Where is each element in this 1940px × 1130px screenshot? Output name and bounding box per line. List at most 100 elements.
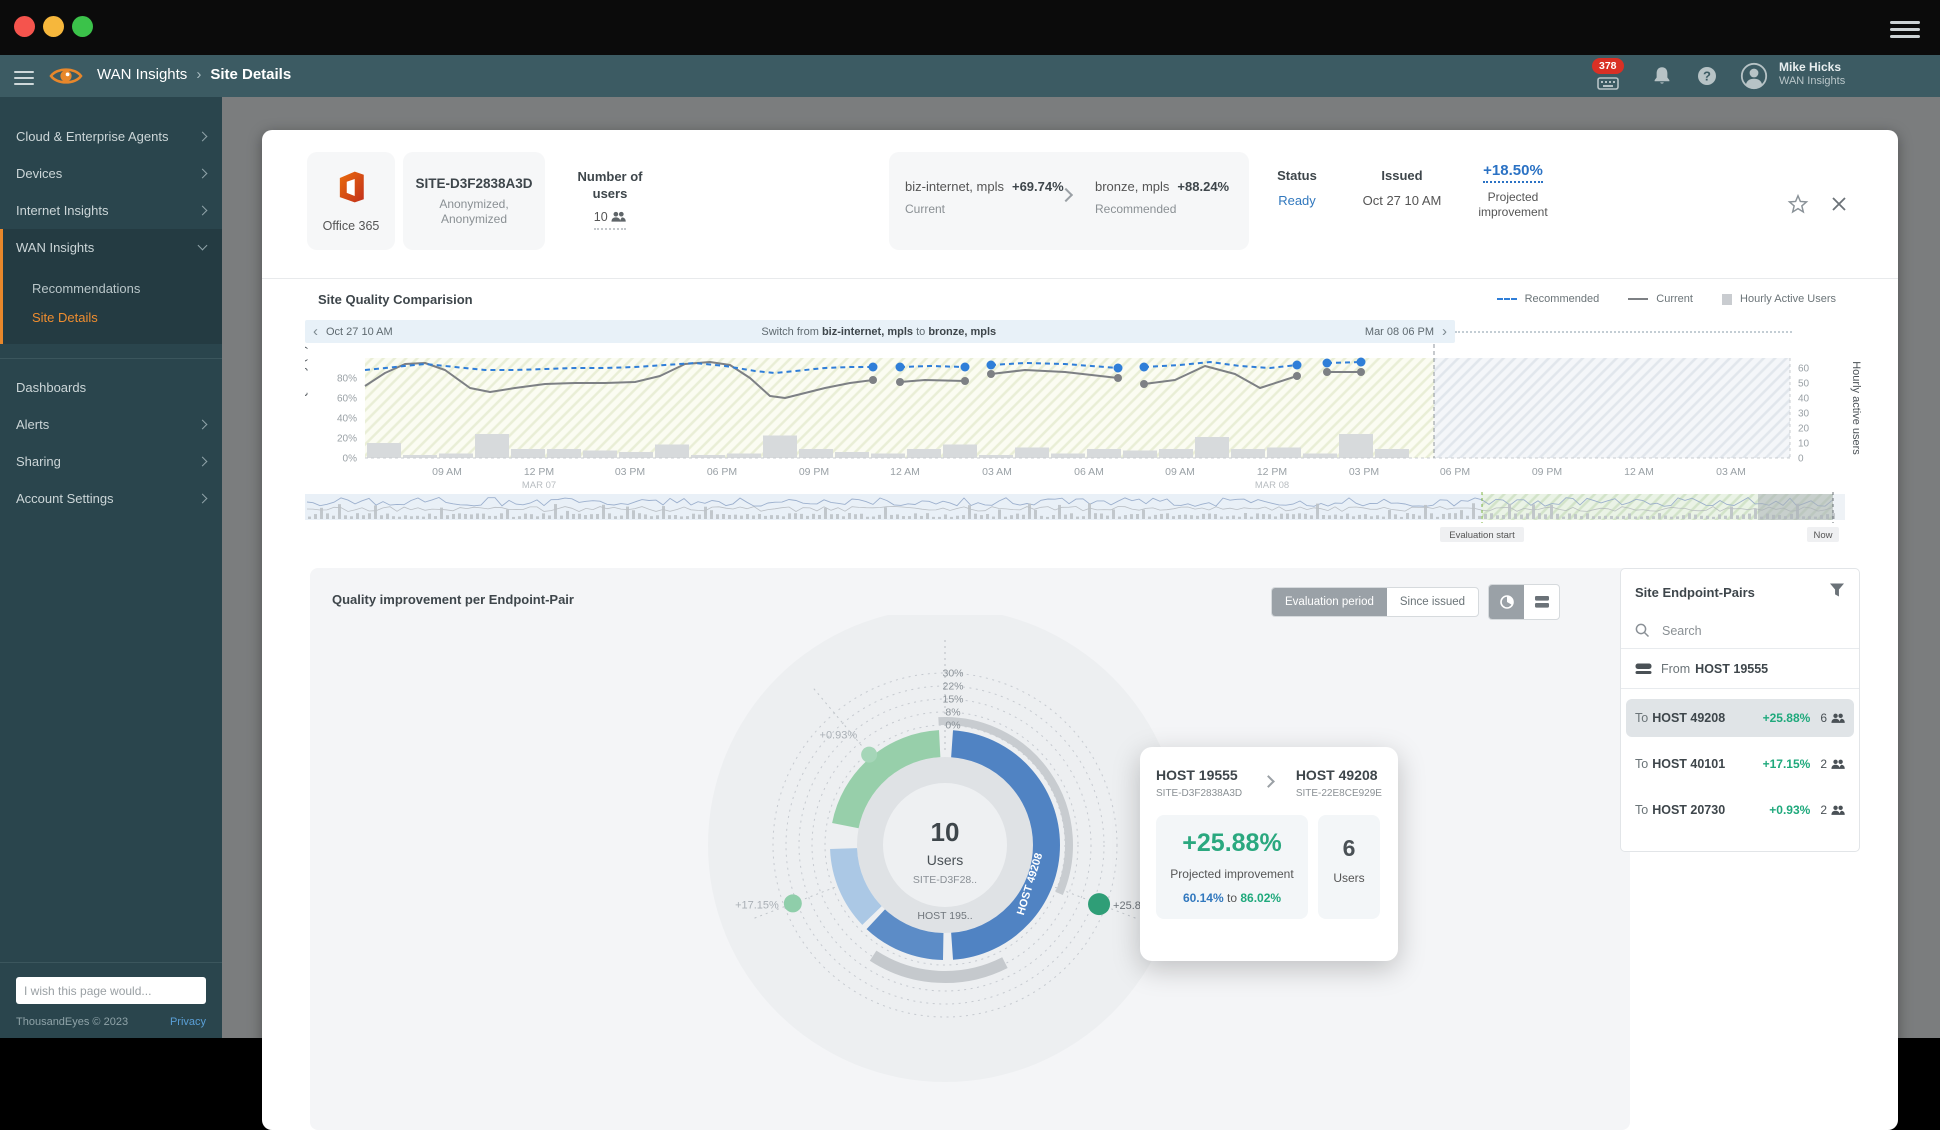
current-label: Current: [905, 202, 1064, 216]
user-name[interactable]: Mike Hicks: [1779, 60, 1841, 74]
site-quality-chart[interactable]: 0%20%40%60%80%010203040506009 AM12 PMMAR…: [305, 344, 1865, 498]
svg-text:20%: 20%: [337, 434, 357, 445]
close-icon[interactable]: [1830, 195, 1848, 213]
svg-text:03 PM: 03 PM: [1349, 466, 1379, 478]
window-zoom-button[interactable]: [72, 16, 93, 37]
svg-text:10: 10: [1798, 439, 1810, 450]
list-view-button[interactable]: [1524, 585, 1559, 619]
tooltip-from-host: HOST 19555: [1156, 767, 1242, 783]
endpoint-row-host-40101[interactable]: To HOST 40101 +17.15% 2: [1626, 745, 1854, 783]
legend-current-label: Current: [1656, 293, 1693, 305]
breadcrumb-wan-insights[interactable]: WAN Insights: [97, 66, 187, 83]
help-icon[interactable]: ?: [1696, 65, 1718, 87]
projected-improvement-value[interactable]: +18.50%: [1483, 162, 1543, 183]
pie-view-button[interactable]: [1489, 585, 1524, 619]
sidebar-item-label: Alerts: [16, 417, 49, 432]
row-user-count: 6: [1820, 711, 1827, 725]
svg-text:Mean Quality (%): Mean Quality (%): [305, 346, 308, 431]
sidebar-item-internet-insights[interactable]: Internet Insights: [0, 192, 222, 229]
window-close-button[interactable]: [14, 16, 35, 37]
bell-icon[interactable]: [1652, 65, 1672, 87]
sidebar-item-sharing[interactable]: Sharing: [0, 443, 222, 480]
users-count[interactable]: 10: [594, 210, 626, 230]
sidebar-item-account-settings[interactable]: Account Settings: [0, 480, 222, 517]
avatar[interactable]: [1740, 62, 1768, 90]
time-range-start: Oct 27 10 AM: [326, 326, 393, 338]
content-backdrop: Office 365 SITE-D3F2838A3D Anonymized, A…: [222, 97, 1940, 1038]
endpoint-pair-tooltip: HOST 19555 SITE-D3F2838A3D HOST 49208 SI…: [1140, 747, 1398, 961]
row-improvement: +17.15%: [1763, 757, 1811, 771]
sidebar-item-label: Site Details: [32, 310, 98, 325]
time-range-end: Mar 08 06 PM: [1365, 326, 1434, 338]
feedback-input[interactable]: [16, 977, 206, 1004]
app-tile-label: Office 365: [307, 219, 395, 233]
filter-icon[interactable]: [1829, 583, 1845, 597]
tooltip-from-site: SITE-D3F2838A3D: [1156, 788, 1242, 799]
svg-text:Users: Users: [927, 852, 964, 868]
recommended-label: Recommended: [1095, 202, 1229, 216]
toggle-evaluation-period[interactable]: Evaluation period: [1272, 588, 1387, 616]
sidebar-toggle-icon[interactable]: [14, 67, 34, 89]
sidebar-item-site-details[interactable]: Site Details: [3, 303, 222, 332]
timeline-minimap[interactable]: Evaluation startNow: [305, 492, 1845, 544]
status-badge: Ready: [1262, 193, 1332, 208]
svg-text:60: 60: [1798, 364, 1810, 375]
privacy-link[interactable]: Privacy: [170, 1016, 206, 1028]
svg-text:0%: 0%: [343, 454, 358, 465]
favorite-star-icon[interactable]: [1787, 193, 1809, 215]
sidebar-item-cloud-enterprise-agents[interactable]: Cloud & Enterprise Agents: [0, 118, 222, 155]
svg-text:09 PM: 09 PM: [799, 466, 829, 478]
thousandeyes-logo-icon[interactable]: [48, 63, 84, 89]
chevron-right-icon: [1263, 775, 1276, 788]
toggle-since-issued[interactable]: Since issued: [1387, 588, 1478, 616]
users-icon: [1831, 713, 1845, 723]
svg-text:09 AM: 09 AM: [432, 466, 462, 478]
sidebar-item-recommendations[interactable]: Recommendations: [3, 274, 222, 303]
status-block: Status Ready: [1262, 168, 1332, 208]
endpoint-pair-radial-chart[interactable]: 0%8%15%22%30%+0.93%+17.15%+25.88%HOST 49…: [685, 615, 1205, 1130]
tooltip-users-value: 6: [1326, 835, 1372, 862]
sidebar-item-wan-insights[interactable]: WAN Insights: [3, 229, 222, 266]
pie-chart-icon: [1499, 594, 1515, 610]
svg-text:10: 10: [931, 817, 960, 847]
svg-text:03 PM: 03 PM: [615, 466, 645, 478]
endpoint-from-row: From HOST 19555: [1621, 649, 1859, 689]
search-input[interactable]: [1662, 624, 1822, 638]
svg-text:06 PM: 06 PM: [707, 466, 737, 478]
tooltip-to-site: SITE-22E8CE929E: [1296, 788, 1382, 799]
sidebar-item-devices[interactable]: Devices: [0, 155, 222, 192]
browser-menu-icon[interactable]: [1890, 17, 1920, 42]
row-to-label: To: [1635, 711, 1648, 725]
svg-text:30%: 30%: [942, 668, 963, 680]
sidebar: Cloud & Enterprise Agents Devices Intern…: [0, 97, 222, 1038]
time-nav-next-icon[interactable]: ›: [1434, 323, 1455, 340]
keyboard-icon[interactable]: [1597, 77, 1619, 90]
tooltip-users-tile: 6 Users: [1318, 815, 1380, 919]
endpoint-row-host-49208[interactable]: To HOST 49208 +25.88% 6: [1626, 699, 1854, 737]
endpoint-row-host-20730[interactable]: To HOST 20730 +0.93% 2: [1626, 791, 1854, 829]
site-tile[interactable]: SITE-D3F2838A3D Anonymized, Anonymized: [403, 152, 545, 250]
legend-users-swatch: [1722, 294, 1732, 305]
tooltip-users-label: Users: [1326, 871, 1372, 885]
breadcrumb-separator: ›: [196, 66, 201, 83]
sidebar-item-dashboards[interactable]: Dashboards: [0, 369, 222, 406]
svg-text:Hourly active users: Hourly active users: [1850, 361, 1862, 455]
switch-description: Switch from biz-internet, mpls to bronze…: [393, 326, 1365, 338]
chevron-down-icon: [198, 241, 208, 251]
svg-text:12 PM: 12 PM: [524, 466, 554, 478]
svg-text:09 AM: 09 AM: [1165, 466, 1195, 478]
recommended-path: bronze, mpls: [1095, 179, 1169, 194]
sidebar-item-alerts[interactable]: Alerts: [0, 406, 222, 443]
users-icon: [1831, 805, 1845, 815]
endpoint-search[interactable]: [1621, 613, 1859, 649]
list-icon: [1534, 595, 1550, 609]
svg-text:12 AM: 12 AM: [1624, 466, 1654, 478]
app-header: WAN Insights›Site Details 378 ? Mike Hic…: [0, 55, 1940, 97]
tooltip-range-to: 86.02%: [1240, 891, 1281, 905]
window-minimize-button[interactable]: [43, 16, 64, 37]
row-user-count: 2: [1820, 803, 1827, 817]
app-tile-office365[interactable]: Office 365: [307, 152, 395, 250]
time-nav-prev-icon[interactable]: ‹: [305, 323, 326, 340]
switch-prefix: Switch from: [761, 326, 818, 338]
notification-count-badge: 378: [1592, 58, 1624, 74]
